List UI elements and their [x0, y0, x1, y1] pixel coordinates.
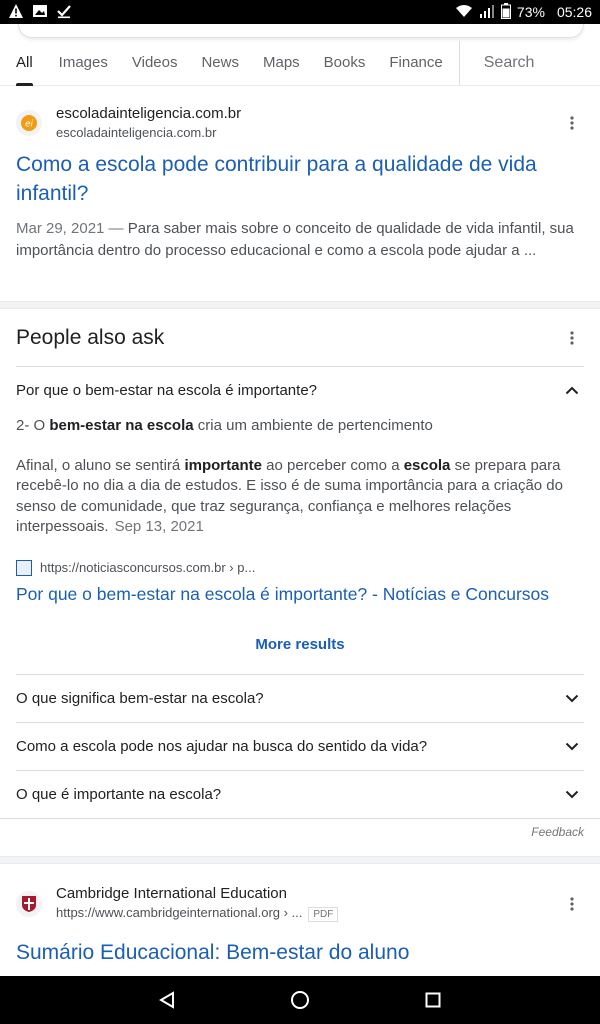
status-bar: 73% 05:26: [0, 0, 600, 24]
system-nav-bar: [0, 976, 600, 1024]
paa-question[interactable]: O que significa bem-estar na escola?: [16, 673, 584, 722]
chevron-down-icon: [560, 782, 584, 806]
recents-button[interactable]: [413, 980, 453, 1020]
tab-all[interactable]: All: [0, 40, 47, 86]
site-url: https://www.cambridgeinternational.org ›…: [56, 904, 560, 924]
section-divider: [0, 856, 600, 864]
recents-square-icon: [425, 992, 441, 1008]
result-snippet: Mar 29, 2021 — Para saber mais sobre o c…: [16, 220, 574, 259]
result-date: Mar 29, 2021: [16, 220, 105, 237]
tab-videos[interactable]: Videos: [120, 40, 190, 86]
site-url: escoladainteligencia.com.br: [56, 125, 217, 140]
search-result: Cambridge International Education https:…: [0, 884, 600, 967]
result-title-link[interactable]: Sumário Educacional: Bem-estar do aluno: [0, 938, 600, 967]
battery-percent: 73%: [516, 4, 545, 20]
source-url: https://noticiasconcursos.com.br › p...: [40, 560, 256, 575]
tab-maps[interactable]: Maps: [251, 40, 312, 86]
tab-search-tools[interactable]: Search: [460, 40, 547, 86]
feedback-link[interactable]: Feedback: [0, 817, 600, 848]
site-name: Cambridge International Education: [56, 885, 287, 902]
people-also-ask: People also ask Por que o bem-estar na e…: [0, 310, 600, 848]
answer-paragraph: Afinal, o aluno se sentirá importante ao…: [16, 456, 563, 536]
back-triangle-icon: [158, 991, 174, 1009]
answer-date: Sep 13, 2021: [114, 518, 204, 535]
result-source[interactable]: Cambridge International Education https:…: [0, 884, 600, 924]
tab-images[interactable]: Images: [47, 40, 120, 86]
chevron-up-icon: [560, 379, 584, 403]
paa-question[interactable]: O que é importante na escola?: [16, 769, 584, 818]
clock: 05:26: [556, 4, 592, 20]
paa-question-expanded[interactable]: Por que o bem-estar na escola é importan…: [16, 366, 584, 414]
more-options-icon[interactable]: [560, 326, 584, 350]
site-favicon: ei: [16, 110, 42, 136]
image-notification-icon: [32, 3, 48, 22]
paa-answer: 2- O bem-estar na escola cria um ambient…: [0, 416, 600, 538]
answer-line-1: 2- O bem-estar na escola cria um ambient…: [16, 417, 433, 434]
source-title-link[interactable]: Por que o bem-estar na escola é importan…: [0, 582, 600, 606]
tab-books[interactable]: Books: [312, 40, 378, 86]
warning-icon: [8, 3, 24, 22]
source-favicon: [16, 559, 32, 576]
section-divider: [0, 301, 600, 309]
signal-icon: [479, 4, 495, 21]
download-done-icon: [56, 3, 72, 22]
home-button[interactable]: [280, 980, 320, 1020]
chevron-down-icon: [560, 734, 584, 758]
more-options-icon[interactable]: [560, 892, 584, 916]
tab-finance[interactable]: Finance: [377, 40, 454, 86]
search-result: ei escoladainteligencia.com.br escoladai…: [0, 104, 600, 262]
result-source[interactable]: ei escoladainteligencia.com.br escoladai…: [0, 104, 600, 142]
cambridge-shield-icon: [16, 891, 42, 917]
site-name: escoladainteligencia.com.br: [56, 105, 242, 122]
paa-question[interactable]: Como a escola pode nos ajudar na busca d…: [16, 721, 584, 770]
tab-news[interactable]: News: [189, 40, 251, 86]
pdf-badge: PDF: [308, 907, 339, 922]
home-circle-icon: [290, 991, 309, 1009]
answer-source[interactable]: https://noticiasconcursos.com.br › p...: [0, 559, 600, 576]
search-tabs: All Images Videos News Maps Books Financ…: [0, 40, 600, 86]
back-button[interactable]: [147, 980, 187, 1020]
battery-icon: [500, 2, 511, 22]
more-options-icon[interactable]: [560, 111, 584, 135]
svg-text:ei: ei: [25, 120, 34, 130]
paa-title: People also ask: [16, 326, 165, 349]
wifi-icon: [455, 4, 473, 21]
search-box[interactable]: [18, 24, 584, 38]
result-title-link[interactable]: Como a escola pode contribuir para a qua…: [0, 150, 600, 208]
more-results-button[interactable]: More results: [0, 616, 600, 674]
chevron-down-icon: [560, 686, 584, 710]
